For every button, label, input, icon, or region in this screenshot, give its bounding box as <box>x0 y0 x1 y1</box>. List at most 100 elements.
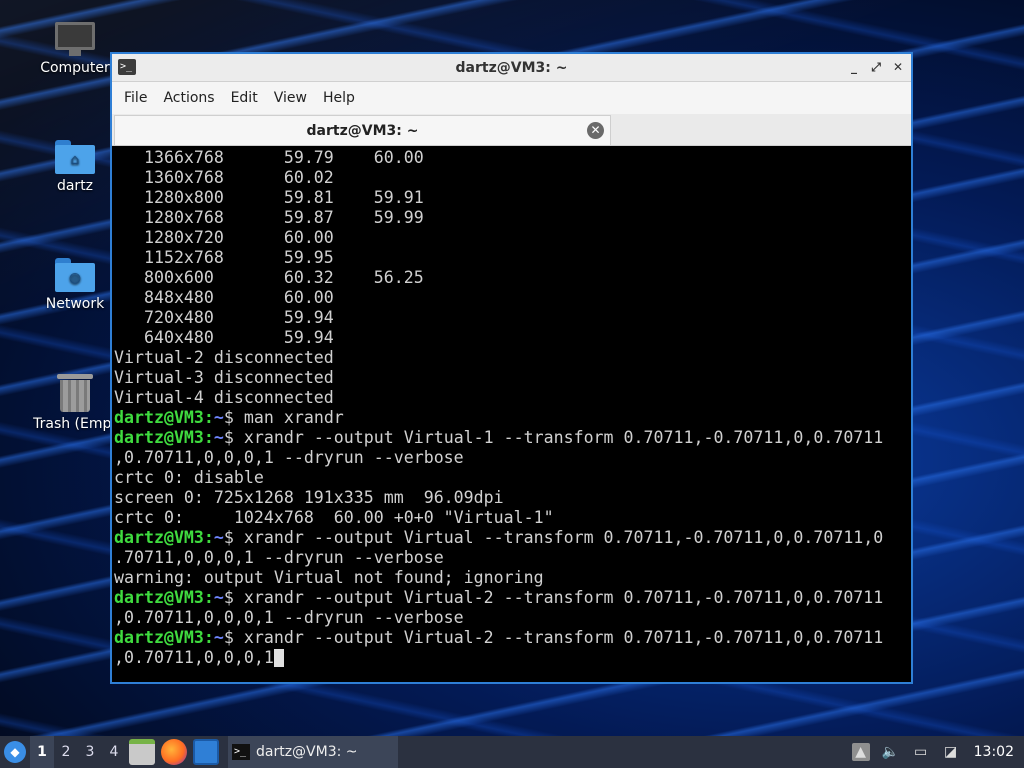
start-menu-button[interactable]: ◆ <box>0 736 30 768</box>
app-menu-icon: ◆ <box>4 741 26 763</box>
file-manager-icon[interactable] <box>129 739 155 765</box>
terminal-output-line: crtc 0: disable <box>114 468 911 488</box>
terminal-output-line: warning: output Virtual not found; ignor… <box>114 568 911 588</box>
terminal-output-line: Virtual-2 disconnected <box>114 348 911 368</box>
line-text: 1280x768 59.87 59.99 <box>114 208 424 227</box>
prompt-path: ~ <box>213 588 224 607</box>
terminal-output-line: 1360x768 60.02 <box>114 168 911 188</box>
home-folder-icon: ⌂ <box>55 140 95 174</box>
terminal-command-line: dartz@VM3:~$ xrandr --output Virtual-2 -… <box>114 588 911 608</box>
line-text: xrandr --output Virtual-1 --transform 0.… <box>233 428 884 447</box>
terminal-output-line: 848x480 60.00 <box>114 288 911 308</box>
workspace-4[interactable]: 4 <box>102 736 126 768</box>
close-button[interactable]: ✕ <box>891 59 905 75</box>
tab-bar: dartz@VM3: ~ ✕ <box>112 114 911 146</box>
terminal-output-line: 1280x800 59.81 59.91 <box>114 188 911 208</box>
updates-icon[interactable]: ▲ <box>851 743 870 761</box>
line-text: warning: output Virtual not found; ignor… <box>114 568 544 587</box>
prompt-path: ~ <box>213 628 224 647</box>
line-text: Virtual-3 disconnected <box>114 368 334 387</box>
network-folder-icon: ◍ <box>55 258 95 292</box>
terminal-tab[interactable]: dartz@VM3: ~ ✕ <box>114 115 611 145</box>
prompt-symbol: $ <box>223 528 234 547</box>
terminal-output-line: 720x480 59.94 <box>114 308 911 328</box>
window-controls: _ ⤢ ✕ <box>847 59 905 75</box>
line-text: 848x480 60.00 <box>114 288 334 307</box>
maximize-button[interactable]: ⤢ <box>869 59 883 75</box>
prompt-user: dartz@VM3: <box>114 528 214 547</box>
terminal-window[interactable]: >_ dartz@VM3: ~ _ ⤢ ✕ File Actions Edit … <box>110 52 913 684</box>
line-text: 800x600 60.32 56.25 <box>114 268 424 287</box>
window-titlebar[interactable]: >_ dartz@VM3: ~ _ ⤢ ✕ <box>112 54 911 82</box>
line-text: man xrandr <box>233 408 344 427</box>
volume-icon[interactable]: 🔈 <box>882 743 900 761</box>
terminal-command-line: dartz@VM3:~$ xrandr --output Virtual-2 -… <box>114 628 911 648</box>
tab-close-icon[interactable]: ✕ <box>587 122 604 139</box>
terminal-output-line: 1280x768 59.87 59.99 <box>114 208 911 228</box>
terminal-output-line: 800x600 60.32 56.25 <box>114 268 911 288</box>
terminal-output-line: screen 0: 725x1268 191x335 mm 96.09dpi <box>114 488 911 508</box>
line-text: ,0.70711,0,0,0,1 --dryrun --verbose <box>114 608 464 627</box>
line-text: ,0.70711,0,0,0,1 <box>114 648 274 667</box>
terminal-command-line: dartz@VM3:~$ xrandr --output Virtual-1 -… <box>114 428 911 448</box>
menu-bar: File Actions Edit View Help <box>112 82 911 114</box>
menu-view[interactable]: View <box>266 90 315 106</box>
terminal-output-line: 1152x768 59.95 <box>114 248 911 268</box>
terminal-command-line: dartz@VM3:~$ man xrandr <box>114 408 911 428</box>
prompt-user: dartz@VM3: <box>114 588 214 607</box>
trash-icon <box>57 372 93 412</box>
line-text: 640x480 59.94 <box>114 328 334 347</box>
line-text: .70711,0,0,0,1 --dryrun --verbose <box>114 548 444 567</box>
show-desktop-icon[interactable] <box>193 739 219 765</box>
line-text: xrandr --output Virtual-2 --transform 0.… <box>233 628 884 647</box>
tab-label: dartz@VM3: ~ <box>306 122 419 139</box>
clock[interactable]: 13:02 <box>966 744 1024 760</box>
text-cursor <box>273 649 284 667</box>
workspace-3[interactable]: 3 <box>78 736 102 768</box>
line-text: crtc 0: 1024x768 60.00 +0+0 "Virtual-1" <box>114 508 554 527</box>
line-text: xrandr --output Virtual --transform 0.70… <box>233 528 884 547</box>
prompt-symbol: $ <box>223 408 234 427</box>
prompt-user: dartz@VM3: <box>114 428 214 447</box>
task-label: dartz@VM3: ~ <box>256 744 358 760</box>
minimize-button[interactable]: _ <box>847 59 861 75</box>
prompt-symbol: $ <box>223 628 234 647</box>
line-text: 1152x768 59.95 <box>114 248 334 267</box>
firefox-icon[interactable] <box>161 739 187 765</box>
line-text: 1366x768 59.79 60.00 <box>114 148 424 167</box>
terminal-output[interactable]: 1366x768 59.79 60.00 1360x768 60.02 1280… <box>112 146 911 682</box>
taskbar-task-terminal[interactable]: >_ dartz@VM3: ~ <box>228 736 398 768</box>
menu-file[interactable]: File <box>116 90 155 106</box>
line-text: ,0.70711,0,0,0,1 --dryrun --verbose <box>114 448 464 467</box>
prompt-path: ~ <box>213 408 224 427</box>
terminal-output-line: ,0.70711,0,0,0,1 --dryrun --verbose <box>114 608 911 628</box>
menu-help[interactable]: Help <box>315 90 363 106</box>
line-text: 1280x720 60.00 <box>114 228 334 247</box>
terminal-input-line: ,0.70711,0,0,0,1 <box>114 648 911 668</box>
terminal-output-line: Virtual-4 disconnected <box>114 388 911 408</box>
line-text: crtc 0: disable <box>114 468 264 487</box>
system-tray: ▲ 🔈 ▭ ◪ 13:02 <box>846 736 1024 768</box>
line-text: xrandr --output Virtual-2 --transform 0.… <box>233 588 884 607</box>
menu-edit[interactable]: Edit <box>223 90 266 106</box>
terminal-output-line: 640x480 59.94 <box>114 328 911 348</box>
terminal-output-line: Virtual-3 disconnected <box>114 368 911 388</box>
notification-icon[interactable]: ◪ <box>942 743 960 761</box>
terminal-task-icon: >_ <box>232 744 250 760</box>
line-text: Virtual-4 disconnected <box>114 388 334 407</box>
terminal-output-line: 1280x720 60.00 <box>114 228 911 248</box>
menu-actions[interactable]: Actions <box>155 90 222 106</box>
computer-icon <box>55 22 95 56</box>
line-text: 1280x800 59.81 59.91 <box>114 188 424 207</box>
network-status-icon[interactable]: ▭ <box>912 743 930 761</box>
workspace-2[interactable]: 2 <box>54 736 78 768</box>
prompt-user: dartz@VM3: <box>114 408 214 427</box>
workspace-1[interactable]: 1 <box>30 736 54 768</box>
line-text: Virtual-2 disconnected <box>114 348 334 367</box>
desktop-icon-label: Trash (Empt <box>33 416 117 432</box>
line-text: 720x480 59.94 <box>114 308 334 327</box>
terminal-command-line: dartz@VM3:~$ xrandr --output Virtual --t… <box>114 528 911 548</box>
window-title: dartz@VM3: ~ <box>455 59 568 76</box>
terminal-output-line: .70711,0,0,0,1 --dryrun --verbose <box>114 548 911 568</box>
terminal-output-line: crtc 0: 1024x768 60.00 +0+0 "Virtual-1" <box>114 508 911 528</box>
